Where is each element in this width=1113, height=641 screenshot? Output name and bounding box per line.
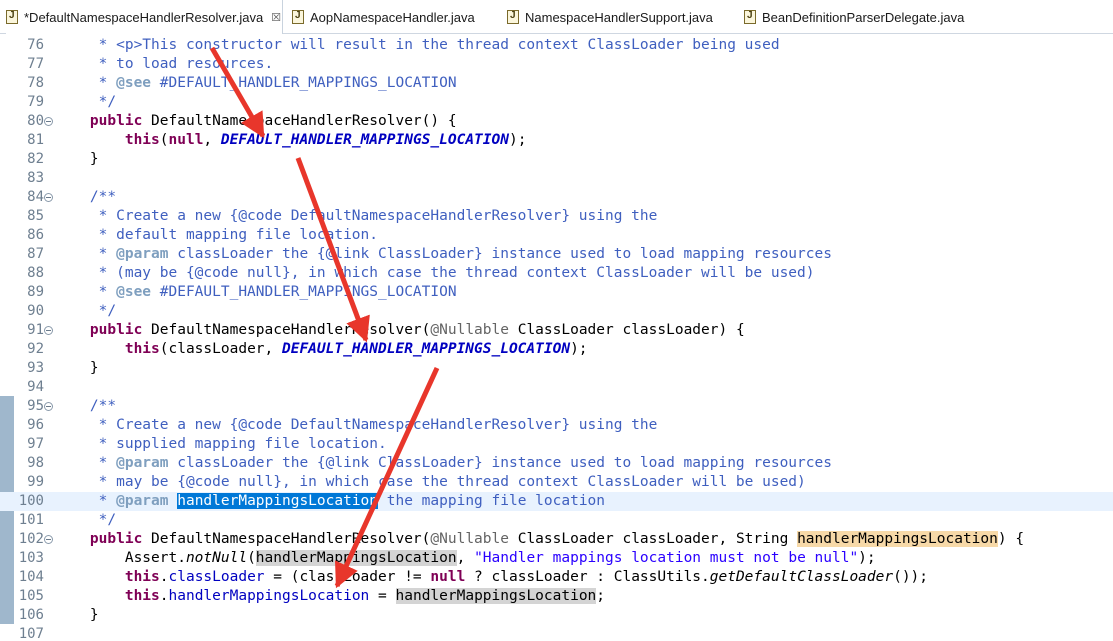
annotation-arrow xyxy=(334,366,440,589)
annotation-arrow xyxy=(295,157,370,343)
annotation-arrows xyxy=(209,46,440,589)
annotation-arrow xyxy=(209,46,266,139)
